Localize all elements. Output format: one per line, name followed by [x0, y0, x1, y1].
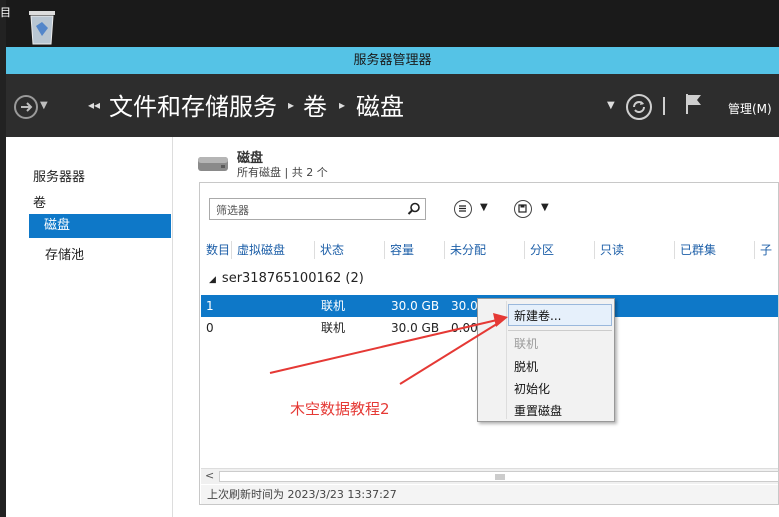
menu-item-online: 联机	[514, 337, 539, 351]
save-query-dropdown-icon[interactable]: ▼	[541, 202, 549, 213]
collapse-triangle-icon[interactable]: ◢	[209, 275, 216, 285]
filter-input[interactable]: 筛选器	[209, 198, 426, 220]
toolbar-divider	[663, 97, 665, 115]
column-header-clustered[interactable]: 已群集	[675, 241, 755, 259]
sidebar-item-disks[interactable]: 磁盘	[29, 214, 171, 238]
scroll-left-icon[interactable]: <	[205, 469, 214, 482]
window-title: 服务器管理器	[353, 53, 432, 68]
save-icon	[518, 204, 527, 213]
breadcrumb-root-icon[interactable]: ◂◂	[88, 98, 100, 112]
column-header-read-only[interactable]: 只读	[595, 241, 675, 259]
cell-status: 联机	[321, 299, 346, 313]
filter-placeholder: 筛选器	[216, 204, 249, 217]
grip-icon	[495, 474, 505, 480]
cell-number: 0	[206, 321, 214, 335]
cell-capacity: 30.0 GB	[391, 299, 440, 313]
column-header-capacity[interactable]: 容量	[385, 241, 445, 259]
breadcrumb-separator-icon: ▸	[339, 98, 346, 112]
cell-status: 联机	[321, 321, 346, 335]
disk-drive-icon	[198, 157, 228, 171]
save-query-button[interactable]	[514, 200, 532, 218]
view-list-button[interactable]	[454, 200, 472, 218]
column-header-number[interactable]: 数目	[201, 241, 232, 259]
context-menu: 新建卷... 联机 脱机 初始化 重置磁盘	[477, 298, 615, 422]
breadcrumb-disks[interactable]: 磁盘	[356, 90, 404, 124]
horizontal-scrollbar[interactable]: <	[201, 468, 779, 484]
main-content: 磁盘 所有磁盘 | 共 2 个 筛选器 ▼ ▼ 数目 虚拟磁盘 状态 容量 未分…	[173, 137, 779, 517]
menu-item-new-volume[interactable]: 新建卷...	[514, 307, 561, 324]
section-subtitle: 所有磁盘 | 共 2 个	[237, 166, 328, 179]
cell-number: 1	[206, 299, 214, 313]
breadcrumb-file-storage[interactable]: 文件和存储服务	[109, 90, 277, 124]
status-bar: 上次刷新时间为 2023/3/23 13:37:27	[201, 485, 778, 504]
scrollbar-thumb[interactable]	[219, 471, 779, 482]
window-titlebar: 服务器管理器	[6, 47, 779, 74]
annotation-label: 木空数据教程2	[290, 400, 390, 418]
menu-item-offline[interactable]: 脱机	[514, 358, 538, 375]
server-group-label: ser318765100162 (2)	[221, 271, 364, 286]
list-icon	[459, 205, 466, 212]
refresh-icon	[633, 101, 645, 113]
cell-unallocated: 0.00	[451, 321, 478, 335]
nav-bar: ▼ ◂◂ 文件和存储服务 ▸ 卷 ▸ 磁盘 ▼ 管理(M)	[6, 74, 779, 137]
breadcrumb-volumes[interactable]: 卷	[303, 90, 327, 124]
sidebar: 服务器器 卷 磁盘 存储池	[6, 137, 173, 517]
cell-capacity: 30.0 GB	[391, 321, 440, 335]
context-menu-gutter	[506, 301, 507, 419]
column-header-sub[interactable]: 子	[755, 241, 777, 259]
column-header-virtual-disk[interactable]: 虚拟磁盘	[232, 241, 315, 259]
desktop-edge-label: 目	[0, 6, 11, 19]
last-refresh-text: 上次刷新时间为 2023/3/23 13:37:27	[207, 488, 397, 501]
cell-unallocated: 30.0	[451, 299, 478, 313]
refresh-dropdown-icon[interactable]: ▼	[607, 100, 615, 111]
view-list-dropdown-icon[interactable]: ▼	[480, 202, 488, 213]
back-button[interactable]	[14, 95, 38, 119]
column-header-partition[interactable]: 分区	[525, 241, 595, 259]
arrow-right-icon	[21, 102, 33, 112]
column-header-unallocated[interactable]: 未分配	[445, 241, 525, 259]
sidebar-item-volumes[interactable]: 卷	[33, 192, 46, 211]
search-icon[interactable]	[407, 202, 421, 216]
column-header-status[interactable]: 状态	[315, 241, 385, 259]
refresh-button[interactable]	[626, 94, 652, 120]
menu-item-initialize[interactable]: 初始化	[514, 380, 550, 397]
menu-item-reset-disk[interactable]: 重置磁盘	[514, 402, 562, 419]
context-menu-separator	[508, 330, 612, 331]
sidebar-item-storage-pools[interactable]: 存储池	[45, 244, 84, 263]
breadcrumb-separator-icon: ▸	[288, 98, 295, 112]
manage-menu[interactable]: 管理(M)	[728, 100, 772, 117]
history-dropdown-icon[interactable]: ▼	[40, 100, 48, 111]
recycle-bin-icon[interactable]	[22, 6, 62, 46]
sidebar-item-servers[interactable]: 服务器器	[33, 166, 85, 185]
notification-flag-icon[interactable]	[684, 92, 704, 116]
server-group-header[interactable]: ◢ ser318765100162 (2)	[209, 271, 364, 286]
